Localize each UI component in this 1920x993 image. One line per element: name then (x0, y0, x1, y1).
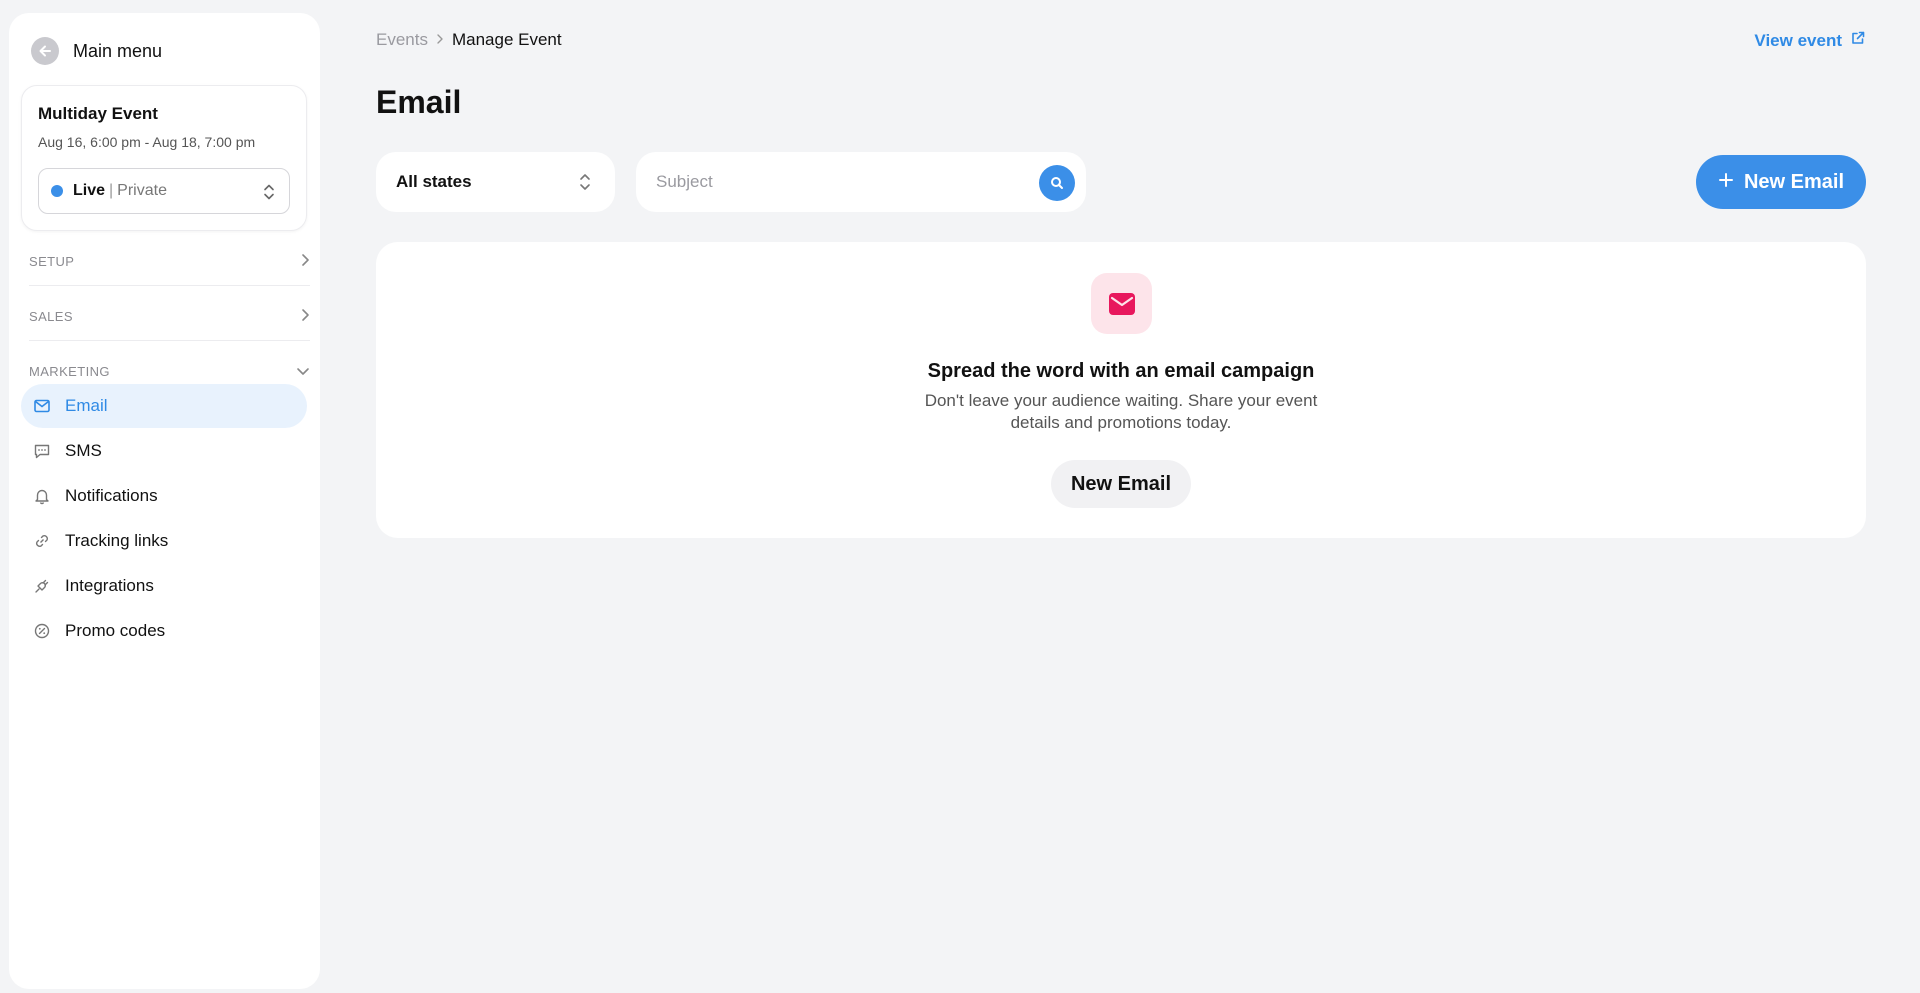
event-title: Multiday Event (38, 104, 158, 123)
subject-search-input[interactable] (656, 170, 1016, 194)
app-root: Main menu Multiday Event Aug 16, 6:00 pm… (0, 0, 1920, 993)
sidebar-item-integrations[interactable]: Integrations (21, 564, 307, 608)
plus-icon (1718, 171, 1734, 194)
breadcrumb: Events Manage Event (376, 30, 562, 50)
page-title: Email (376, 84, 462, 120)
status-live-label: Live (73, 182, 106, 199)
empty-state-title: Spread the word with an email campaign (927, 360, 1315, 382)
event-dates: Aug 16, 6:00 pm - Aug 18, 7:00 pm (38, 134, 256, 150)
chat-icon (33, 442, 51, 460)
breadcrumb-events-link[interactable]: Events (376, 30, 428, 50)
sidebar-item-label: SMS (65, 441, 102, 460)
sidebar-item-label: Integrations (65, 576, 154, 595)
main-menu-button[interactable]: Main menu (31, 35, 162, 67)
status-separator: | (109, 182, 114, 199)
chevron-down-icon (296, 364, 310, 379)
back-arrow-icon (31, 37, 59, 65)
chevron-right-icon (300, 253, 310, 270)
search-box (636, 152, 1086, 212)
sidebar-item-label: Email (65, 396, 108, 415)
section-marketing-label: MARKETING (29, 363, 110, 379)
sidebar-item-label: Tracking links (65, 531, 169, 550)
sidebar-item-promo-codes[interactable]: Promo codes (21, 609, 307, 653)
section-setup[interactable]: SETUP (29, 243, 310, 279)
plug-icon (33, 577, 51, 595)
breadcrumb-current: Manage Event (451, 30, 562, 49)
mail-icon (33, 397, 51, 415)
external-link-icon (1850, 30, 1866, 51)
new-email-label: New Email (1743, 170, 1845, 193)
section-setup-label: SETUP (29, 253, 75, 269)
state-filter-value: All states (396, 172, 472, 191)
chevron-right-icon (300, 308, 310, 325)
sidebar-item-sms[interactable]: SMS (21, 429, 307, 473)
mail-icon (1108, 292, 1135, 315)
divider (29, 340, 310, 341)
sidebar-item-tracking-links[interactable]: Tracking links (21, 519, 307, 563)
section-sales[interactable]: SALES (29, 298, 310, 334)
empty-state-new-email-button[interactable]: New Email (1051, 460, 1191, 508)
discount-badge-icon (33, 622, 51, 640)
section-sales-label: SALES (29, 308, 73, 324)
status-dot (51, 185, 63, 197)
event-status-select[interactable]: Live | Private (38, 168, 290, 214)
search-icon (1051, 177, 1063, 189)
link-icon (33, 532, 51, 550)
sidebar-item-notifications[interactable]: Notifications (21, 474, 307, 518)
new-email-button[interactable]: New Email (1696, 155, 1866, 209)
empty-state-description: Don't leave your audience waiting. Share… (924, 391, 1318, 432)
view-event-label: View event (1754, 30, 1842, 50)
empty-state-card: Spread the word with an email campaign D… (376, 242, 1866, 538)
sidebar: Main menu Multiday Event Aug 16, 6:00 pm… (9, 13, 320, 989)
sidebar-item-email[interactable]: Email (21, 384, 307, 428)
sidebar-item-label: Promo codes (65, 621, 166, 640)
status-visibility-label: Private (117, 182, 167, 199)
mail-badge (1091, 273, 1152, 334)
chevron-right-icon (436, 30, 444, 50)
sidebar-item-label: Notifications (65, 486, 158, 505)
view-event-link[interactable]: View event (1754, 30, 1866, 51)
main-menu-label: Main menu (73, 40, 163, 61)
bell-icon (33, 487, 51, 505)
search-button[interactable] (1039, 165, 1075, 201)
up-down-chevron-icon (263, 183, 275, 206)
up-down-chevron-icon (579, 172, 591, 197)
state-filter-select[interactable]: All states (376, 152, 615, 212)
divider (29, 285, 310, 286)
event-card: Multiday Event Aug 16, 6:00 pm - Aug 18,… (21, 85, 307, 231)
